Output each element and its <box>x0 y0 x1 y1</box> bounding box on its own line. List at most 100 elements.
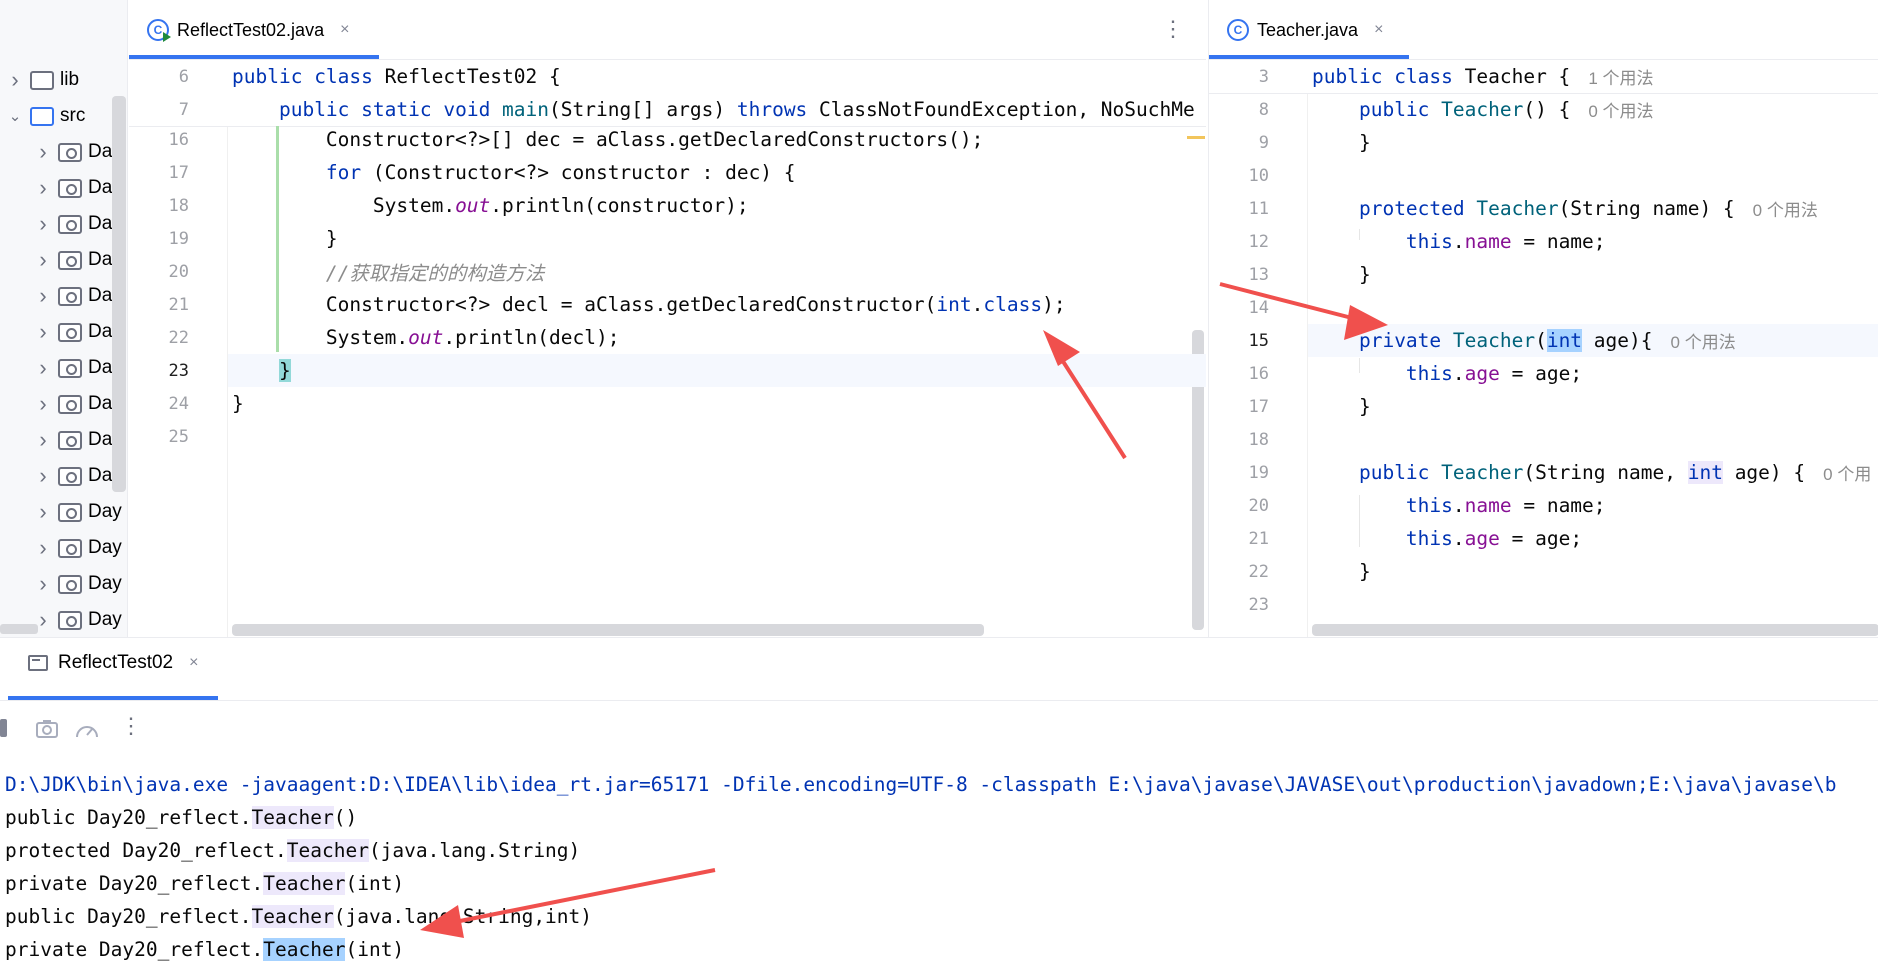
code-line[interactable]: Constructor<?> decl = aClass.getDeclared… <box>232 288 1066 321</box>
code-line[interactable]: } <box>232 222 338 255</box>
code-line[interactable]: } <box>1312 258 1371 291</box>
code-line[interactable]: for (Constructor<?> constructor : dec) { <box>232 156 796 189</box>
code-line[interactable]: } <box>232 387 244 420</box>
chevron-right-icon[interactable]: › <box>34 571 52 596</box>
code-token: . <box>1452 527 1465 550</box>
tree-item-day[interactable]: › Day <box>34 242 121 278</box>
code-token: this <box>1405 362 1453 385</box>
code-token: = age; <box>1499 527 1583 550</box>
horizontal-scrollbar[interactable] <box>1312 624 1878 636</box>
tab-teacher[interactable]: C Teacher.java × <box>1209 0 1383 60</box>
tree-item-day[interactable]: › Day <box>34 494 122 530</box>
tree-item-day[interactable]: › Day <box>34 170 121 206</box>
close-icon[interactable]: × <box>1374 21 1383 39</box>
code-line[interactable]: } <box>232 354 291 387</box>
code-token: Constructor<?> decl = aClass.getDeclared… <box>232 293 937 316</box>
tree-item-day[interactable]: › Day <box>34 566 121 602</box>
code-line[interactable]: this. name = name; <box>1312 489 1606 522</box>
code-token: name <box>1464 494 1512 517</box>
chevron-right-icon[interactable]: › <box>34 247 52 272</box>
chevron-right-icon[interactable]: › <box>34 355 52 380</box>
indent-guide <box>1359 358 1360 373</box>
console-line[interactable]: private Day20_reflect. Teacher (int) <box>5 933 404 966</box>
code-line[interactable]: } <box>1312 555 1371 588</box>
code-line[interactable]: protected Teacher (String name) {0 个用法 <box>1312 192 1818 225</box>
warning-marker[interactable] <box>1187 136 1205 139</box>
chevron-right-icon[interactable]: › <box>34 463 52 488</box>
more-options-icon[interactable]: ⋮ <box>120 713 142 739</box>
camera-icon[interactable] <box>36 719 58 739</box>
code-line[interactable]: Constructor<?>[] dec = aClass.getDeclare… <box>232 123 983 156</box>
tree-item-day[interactable]: › Day <box>34 206 121 242</box>
console-line[interactable]: private Day20_reflect. Teacher (int) <box>5 867 404 900</box>
horizontal-scrollbar[interactable] <box>0 624 38 634</box>
tree-item-src[interactable]: ⌄ src <box>6 98 86 134</box>
code-line[interactable]: this. name = name; <box>1312 225 1606 258</box>
stop-icon[interactable] <box>0 719 7 737</box>
tree-item-day[interactable]: › Day <box>34 602 121 637</box>
code-line[interactable]: this. age = age; <box>1312 357 1582 390</box>
tab-reflecttest02[interactable]: C ReflectTest02.java × <box>129 0 349 60</box>
code-line[interactable]: System. out .println(decl); <box>232 321 620 354</box>
chevron-down-icon[interactable]: ⌄ <box>6 107 24 125</box>
run-tab-reflecttest02[interactable]: ReflectTest02 × <box>28 652 198 674</box>
chevron-right-icon[interactable]: › <box>34 427 52 452</box>
more-options-icon[interactable]: ⋮ <box>1162 16 1184 42</box>
chevron-right-icon[interactable]: › <box>34 211 52 236</box>
code-line[interactable]: private Teacher(int age){0 个用法 <box>1312 324 1736 357</box>
code-token: protected <box>1358 197 1477 220</box>
chevron-right-icon[interactable]: › <box>34 535 52 560</box>
tree-item-day[interactable]: › Day <box>34 458 121 494</box>
console-line[interactable]: protected Day20_reflect. Teacher (java.lan… <box>5 834 580 867</box>
console-line[interactable]: D:\JDK\bin\java.exe -javaagent:D:\IDEA\l… <box>5 768 1836 801</box>
console-line[interactable]: public Day20_reflect. Teacher (java.lang.S… <box>5 900 592 933</box>
code-line[interactable]: this. age = age; <box>1312 522 1582 555</box>
chevron-right-icon[interactable]: › <box>34 283 52 308</box>
line-number: 21 <box>168 294 189 315</box>
usage-hint[interactable]: 0 个用法 <box>1671 328 1736 353</box>
code-token: } <box>1312 560 1371 583</box>
usage-hint[interactable]: 0 个用 <box>1823 460 1871 485</box>
close-icon[interactable]: × <box>189 654 198 672</box>
tree-item-day[interactable]: › Day <box>34 278 121 314</box>
vcs-change-marker[interactable] <box>276 126 279 352</box>
usage-hint[interactable]: 0 个用法 <box>1588 97 1653 122</box>
code-token: . <box>971 293 984 316</box>
tree-item-day[interactable]: › Day <box>34 386 121 422</box>
tree-item-day[interactable]: › Day <box>34 134 121 170</box>
package-icon <box>58 214 82 234</box>
sticky-code-line[interactable]: public class Teacher {1 个用法 <box>1312 60 1654 93</box>
vertical-scrollbar[interactable] <box>112 96 126 492</box>
close-icon[interactable]: × <box>340 21 349 39</box>
code-line[interactable]: } <box>1312 126 1371 159</box>
tree-item-lib[interactable]: › lib <box>6 62 79 98</box>
tree-item-day[interactable]: › Day <box>34 314 121 350</box>
sticky-code-line[interactable]: public static void main (String[] args) t… <box>232 93 1195 126</box>
usage-hint[interactable]: 1 个用法 <box>1588 64 1653 89</box>
tree-item-day[interactable]: › Day <box>34 350 121 386</box>
console-line[interactable]: public Day20_reflect. Teacher() <box>5 801 357 834</box>
chevron-right-icon[interactable]: › <box>34 175 52 200</box>
tree-item-label: Day <box>88 501 122 522</box>
console-class-name: Teacher <box>286 839 369 862</box>
code-line[interactable]: public Teacher() {0 个用法 <box>1312 93 1654 126</box>
profiler-gauge-icon[interactable] <box>74 719 100 741</box>
console-text: () <box>333 806 358 829</box>
code-line[interactable]: public Teacher (String name, int age) {0 … <box>1312 456 1871 489</box>
code-token: int <box>936 293 972 316</box>
chevron-right-icon[interactable]: › <box>34 319 52 344</box>
chevron-right-icon[interactable]: › <box>34 139 52 164</box>
chevron-right-icon[interactable]: › <box>6 67 24 92</box>
tree-item-day[interactable]: › Day <box>34 530 121 566</box>
sticky-code-line[interactable]: public class ReflectTest02 { <box>232 60 561 93</box>
chevron-right-icon[interactable]: › <box>34 391 52 416</box>
chevron-right-icon[interactable]: › <box>34 499 52 524</box>
code-line[interactable]: } <box>1312 390 1371 423</box>
usage-hint[interactable]: 0 个用法 <box>1753 196 1818 221</box>
code-line[interactable]: System. out .println(constructor); <box>232 189 749 222</box>
code-token: } <box>1312 131 1371 154</box>
horizontal-scrollbar[interactable] <box>232 624 984 636</box>
tree-item-day[interactable]: › Day <box>34 422 121 458</box>
package-icon <box>58 142 82 162</box>
